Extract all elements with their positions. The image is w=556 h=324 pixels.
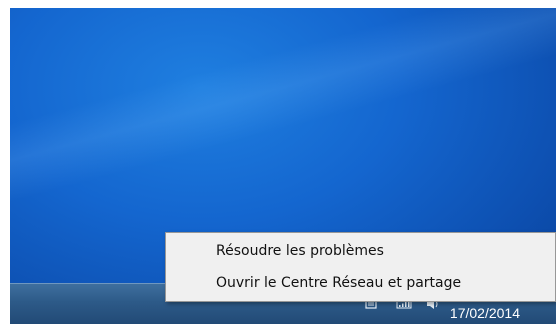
menu-item-network-sharing-center[interactable]: Ouvrir le Centre Réseau et partage	[168, 271, 553, 295]
menu-item-label: Ouvrir le Centre Réseau et partage	[216, 275, 462, 291]
clock-date[interactable]: 17/02/2014	[450, 305, 520, 321]
screen: 17/02/2014 Résoudre les problèmes Ouvrir…	[0, 0, 556, 324]
menu-item-troubleshoot[interactable]: Résoudre les problèmes	[168, 239, 553, 263]
menu-item-label: Résoudre les problèmes	[216, 243, 384, 259]
network-context-menu: Résoudre les problèmes Ouvrir le Centre …	[165, 232, 556, 302]
